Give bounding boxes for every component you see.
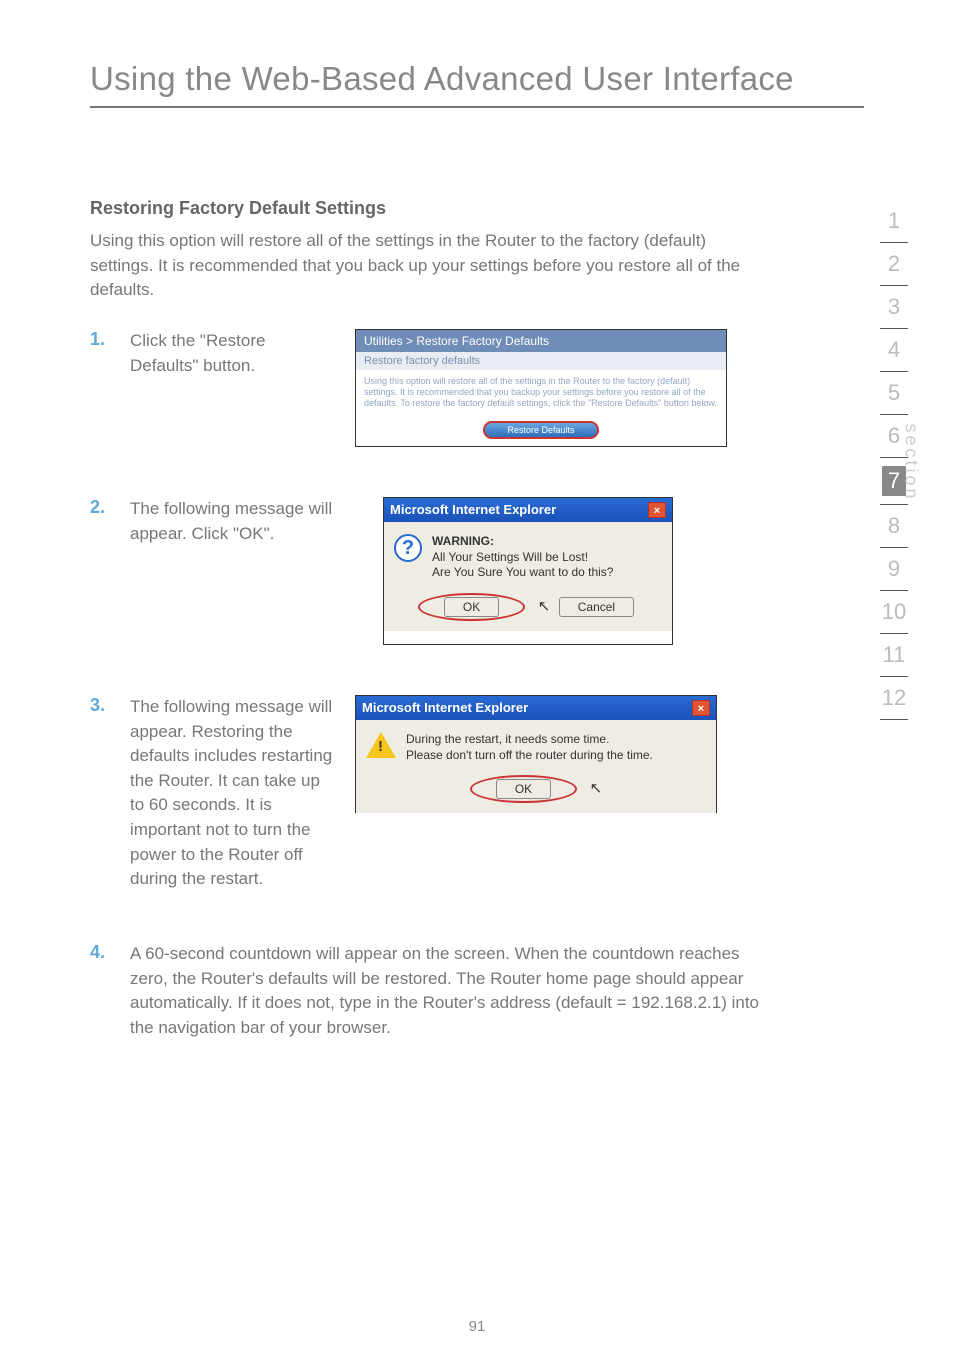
page-number: 91 bbox=[0, 1318, 954, 1335]
step-4-number: 4. bbox=[90, 942, 130, 963]
close-icon[interactable]: × bbox=[648, 502, 666, 518]
nav-12[interactable]: 12 bbox=[872, 677, 916, 719]
step-1: 1. Click the "Restore Defaults" button. … bbox=[90, 329, 864, 447]
step-3-text: The following message will appear. Resto… bbox=[130, 695, 355, 892]
section-heading: Restoring Factory Default Settings bbox=[90, 198, 864, 219]
hand-circle-annotation: OK bbox=[418, 593, 525, 621]
dialog2-titlebar: Microsoft Internet Explorer × bbox=[356, 696, 716, 720]
hand-circle-annotation: OK bbox=[470, 775, 577, 803]
dialog1-line2: Are You Sure You want to do this? bbox=[432, 565, 613, 579]
step-2-text: The following message will appear. Click… bbox=[130, 497, 355, 546]
util-body-text: Using this option will restore all of th… bbox=[356, 370, 726, 414]
cursor-icon: ↖ bbox=[538, 597, 551, 615]
dialog1-titlebar: Microsoft Internet Explorer × bbox=[384, 498, 672, 522]
dialog2-line2: Please don't turn off the router during … bbox=[406, 748, 653, 762]
nav-1[interactable]: 1 bbox=[872, 200, 916, 242]
nav-4[interactable]: 4 bbox=[872, 329, 916, 371]
step-4: 4. A 60-second countdown will appear on … bbox=[90, 942, 864, 1041]
dialog2-title: Microsoft Internet Explorer bbox=[362, 700, 528, 715]
warning-icon bbox=[366, 732, 396, 758]
dialog1-title: Microsoft Internet Explorer bbox=[390, 502, 556, 517]
restore-defaults-button[interactable]: Restore Defaults bbox=[483, 421, 598, 439]
cursor-icon: ↖ bbox=[590, 779, 603, 797]
section-label: section bbox=[900, 423, 921, 501]
step-2: 2. The following message will appear. Cl… bbox=[90, 497, 864, 645]
nav-2[interactable]: 2 bbox=[872, 243, 916, 285]
dialog1-line1: All Your Settings Will be Lost! bbox=[432, 550, 588, 564]
step-1-number: 1. bbox=[90, 329, 130, 350]
ok-button[interactable]: OK bbox=[496, 779, 551, 799]
ok-button[interactable]: OK bbox=[444, 597, 499, 617]
nav-11[interactable]: 11 bbox=[872, 634, 916, 676]
step-3: 3. The following message will appear. Re… bbox=[90, 695, 864, 892]
dialog1-text: WARNING: All Your Settings Will be Lost!… bbox=[432, 534, 613, 581]
step-2-number: 2. bbox=[90, 497, 130, 518]
section-nav: 1 2 3 4 5 6 7 8 9 10 11 12 section bbox=[872, 200, 916, 720]
nav-5[interactable]: 5 bbox=[872, 372, 916, 414]
dialog2-text: During the restart, it needs some time. … bbox=[406, 732, 653, 763]
screenshot-restart-dialog: Microsoft Internet Explorer × During the… bbox=[355, 695, 717, 813]
step-4-text: A 60-second countdown will appear on the… bbox=[130, 942, 770, 1041]
close-icon[interactable]: × bbox=[692, 700, 710, 716]
util-sub: Restore factory defaults bbox=[356, 352, 726, 370]
cancel-button[interactable]: Cancel bbox=[559, 597, 634, 617]
util-button-row: Restore Defaults bbox=[356, 414, 726, 447]
title-rule bbox=[90, 106, 864, 108]
util-header: Utilities > Restore Factory Defaults bbox=[356, 330, 726, 352]
nav-8[interactable]: 8 bbox=[872, 505, 916, 547]
nav-10[interactable]: 10 bbox=[872, 591, 916, 633]
step-1-text: Click the "Restore Defaults" button. bbox=[130, 329, 355, 378]
step-3-number: 3. bbox=[90, 695, 130, 716]
screenshot-confirm-dialog: Microsoft Internet Explorer × ? WARNING:… bbox=[383, 497, 673, 645]
question-icon: ? bbox=[394, 534, 422, 562]
dialog2-line1: During the restart, it needs some time. bbox=[406, 732, 609, 746]
nav-9[interactable]: 9 bbox=[872, 548, 916, 590]
intro-paragraph: Using this option will restore all of th… bbox=[90, 229, 770, 303]
page-title: Using the Web-Based Advanced User Interf… bbox=[90, 60, 864, 98]
nav-3[interactable]: 3 bbox=[872, 286, 916, 328]
dialog1-warning: WARNING: bbox=[432, 534, 494, 548]
screenshot-utilities-restore-defaults: Utilities > Restore Factory Defaults Res… bbox=[355, 329, 727, 447]
